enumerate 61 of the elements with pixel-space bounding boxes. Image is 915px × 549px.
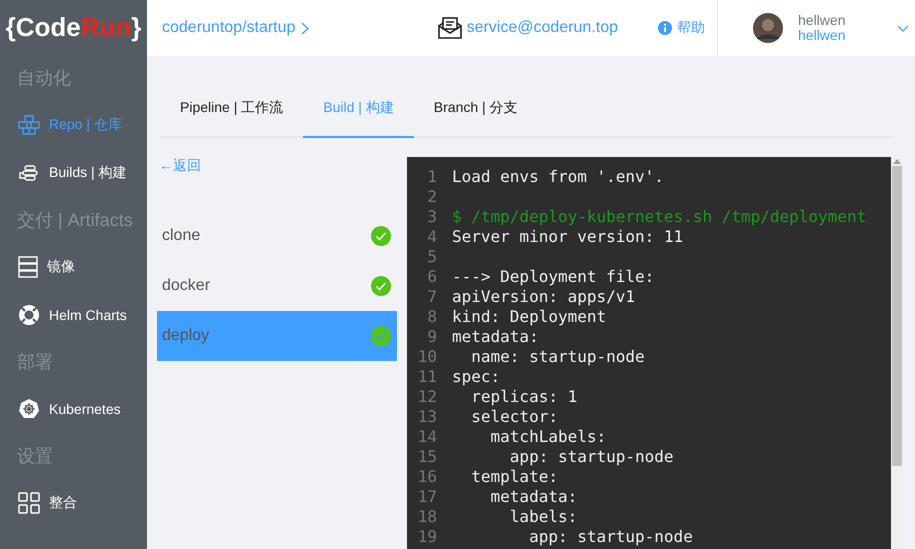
line-number: 17 [416, 487, 437, 507]
lifebuoy-icon [18, 304, 40, 326]
line-number: 19 [416, 527, 437, 547]
server-icon [18, 256, 38, 278]
envelope-icon [438, 17, 462, 39]
step-item[interactable]: clone [157, 211, 397, 261]
scroll-up-icon[interactable] [893, 159, 901, 164]
sidebar-item[interactable]: 镜像 [0, 243, 147, 291]
line-number: 18 [416, 507, 437, 527]
line-number: 12 [416, 387, 437, 407]
grid-icon [18, 492, 40, 514]
tab[interactable]: Pipeline | 工作流 [160, 79, 304, 138]
line-number: 13 [416, 407, 437, 427]
line-number: 11 [416, 367, 437, 387]
line-number: 10 [416, 347, 437, 367]
log-line: Server minor version: 11 [452, 227, 684, 247]
log-line: labels: [508, 507, 578, 527]
avatar[interactable] [753, 13, 783, 43]
log-line: ---> Deployment file: [452, 267, 654, 287]
sidebar-item[interactable]: Builds | 构建 [0, 149, 147, 197]
log-line: spec: [452, 367, 500, 387]
log-line: metadata: [452, 327, 539, 347]
info-icon [658, 21, 672, 35]
line-number: 15 [416, 447, 437, 467]
log-line: template: [470, 467, 558, 487]
log-line: kind: Deployment [452, 307, 606, 327]
log-line: $ /tmp/deploy-kubernetes.sh /tmp/deployment [452, 207, 866, 227]
line-number: 4 [426, 227, 437, 247]
log-line: app: startup-node [528, 527, 693, 547]
log-line: app: startup-node [508, 447, 674, 467]
stack-icon [18, 165, 40, 181]
line-number: 3 [426, 207, 437, 227]
cubes-icon [18, 115, 40, 135]
log-line: Load envs from '.env'. [452, 167, 664, 187]
user-name: hellwen [798, 13, 846, 28]
line-number: 1 [426, 167, 437, 187]
log-line: apiVersion: apps/v1 [452, 287, 636, 307]
chevron-right-icon [301, 22, 310, 34]
scrollbar[interactable] [891, 157, 903, 549]
line-number: 7 [426, 287, 437, 307]
tab[interactable]: Branch | 分支 [414, 79, 538, 138]
step-item[interactable]: docker [157, 261, 397, 311]
sidebar-item[interactable]: 整合 [0, 479, 147, 527]
line-number: 9 [426, 327, 437, 347]
logo: {CodeRun} [4, 11, 142, 44]
user-login: hellwen [798, 28, 846, 43]
log-line: metadata: [490, 487, 578, 507]
log-line: selector: [470, 407, 558, 427]
log-line: name: startup-node [470, 347, 645, 367]
line-number: 8 [426, 307, 437, 327]
line-number: 5 [426, 247, 437, 267]
line-number: 16 [416, 467, 437, 487]
sidebar-item[interactable]: Helm Charts [0, 291, 147, 339]
log-line: replicas: 1 [470, 387, 578, 407]
line-number: 14 [416, 427, 437, 447]
line-number: 6 [426, 267, 437, 287]
line-number: 2 [426, 187, 437, 207]
chevron-down-icon[interactable] [897, 24, 909, 32]
sidebar-item[interactable]: Kubernetes [0, 385, 147, 433]
log-line: matchLabels: [490, 427, 606, 447]
helm-wheel-icon [18, 398, 40, 420]
